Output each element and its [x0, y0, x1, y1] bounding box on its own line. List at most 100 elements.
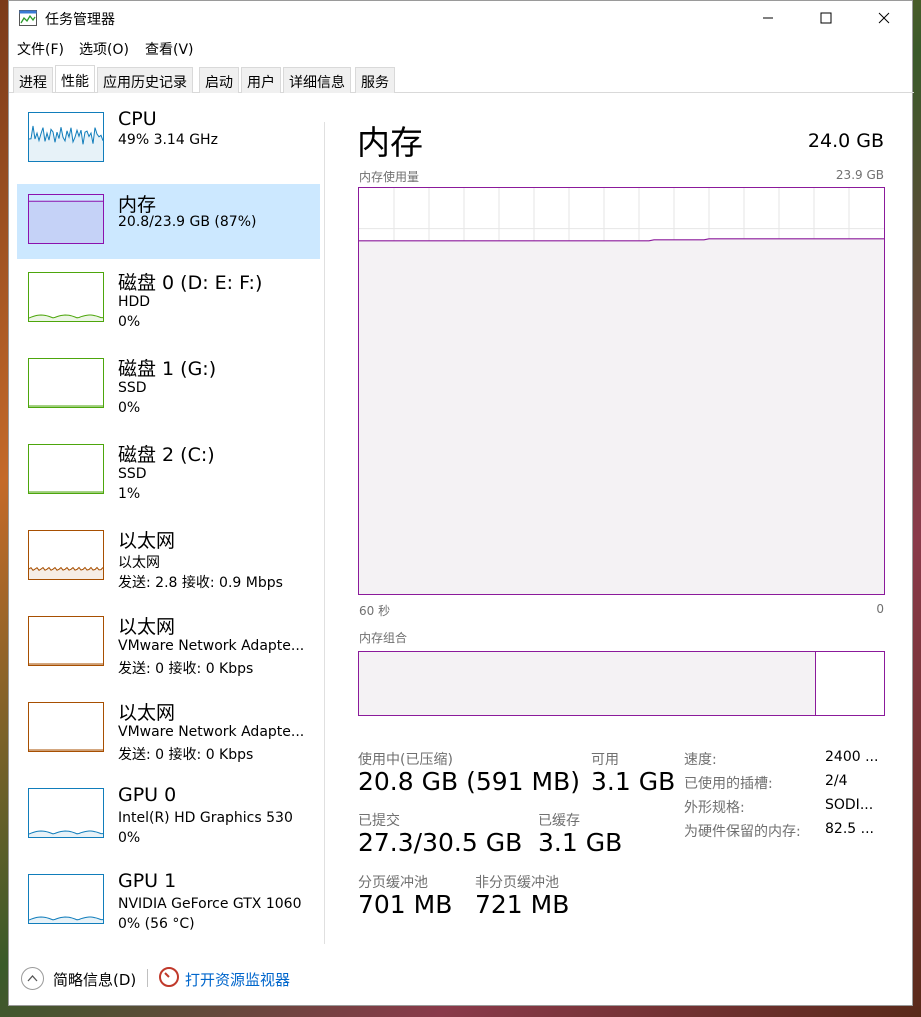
sidebar-thumbnail-graph — [28, 616, 104, 666]
sparkline — [29, 200, 103, 243]
task-manager-icon — [19, 10, 37, 26]
sidebar-thumbnail-graph — [28, 788, 104, 838]
sidebar-thumbnail-graph — [28, 272, 104, 322]
fewer-details-button[interactable] — [21, 967, 44, 990]
maximize-icon — [820, 12, 832, 24]
tab-users[interactable]: 用户 — [241, 67, 281, 93]
sidebar-item-subtitle: 49% 3.14 GHz — [118, 132, 218, 148]
form-factor-value: SODI... — [825, 797, 874, 813]
sparkline-area — [29, 315, 103, 321]
sidebar-item-6[interactable]: 以太网 VMware Network Adapte... 发送: 0 接收: 0 K… — [17, 606, 320, 681]
sidebar-thumbnail-graph — [28, 874, 104, 924]
sidebar-item-value: 发送: 0 接收: 0 Kbps — [118, 661, 254, 677]
sidebar-thumbnail-graph — [28, 194, 104, 244]
sidebar-item-subtitle: SSD — [118, 380, 147, 396]
tab-details[interactable]: 详细信息 — [283, 67, 351, 93]
sidebar-item-value: 0% — [118, 830, 141, 846]
sidebar-item-title: 以太网 — [118, 702, 176, 724]
sidebar-item-2[interactable]: 磁盘 0 (D: E: F:) HDD 0% — [17, 262, 320, 337]
open-resource-monitor-link[interactable]: 打开资源监视器 — [185, 969, 290, 990]
usage-graph-label: 内存使用量 — [359, 170, 420, 184]
sidebar-item-subtitle: Intel(R) HD Graphics 530 — [118, 810, 293, 826]
fewer-details-link[interactable]: 简略信息(D) — [53, 969, 136, 990]
sidebar-item-subtitle: VMware Network Adapte... — [118, 724, 305, 740]
sidebar-item-title: 磁盘 0 (D: E: F:) — [118, 272, 263, 294]
usage-graph-max: 23.9 GB — [835, 168, 884, 182]
maximize-button[interactable] — [797, 1, 855, 35]
sidebar-item-title: 以太网 — [118, 616, 176, 638]
memory-usage-chart — [359, 188, 884, 594]
available-label: 可用 — [591, 752, 619, 768]
sidebar-item-3[interactable]: 磁盘 1 (G:) SSD 0% — [17, 348, 320, 423]
paged-pool-label: 分页缓冲池 — [358, 875, 428, 891]
sidebar-item-value: 0% — [118, 314, 141, 330]
tab-services[interactable]: 服务 — [355, 67, 395, 93]
tab-startup[interactable]: 启动 — [199, 67, 239, 93]
footer-bar: 简略信息(D) 打开资源监视器 — [9, 959, 914, 999]
sidebar-item-4[interactable]: 磁盘 2 (C:) SSD 1% — [17, 434, 320, 509]
close-icon — [878, 12, 890, 24]
available-value: 3.1 GB — [591, 767, 676, 796]
sparkline — [29, 916, 103, 923]
sidebar-item-title: 内存 — [118, 194, 157, 216]
sidebar-thumbnail-graph — [28, 358, 104, 408]
menu-options[interactable]: 选项(O) — [79, 39, 129, 59]
cached-label: 已缓存 — [538, 813, 580, 829]
sparkline — [29, 830, 103, 837]
sparkline — [29, 405, 103, 407]
sparkline-area — [29, 201, 103, 243]
menu-bar: 文件(F) 选项(O) 查看(V) — [9, 35, 912, 61]
tab-performance[interactable]: 性能 — [55, 65, 95, 92]
sidebar-item-value: 0% — [118, 400, 141, 416]
sidebar-item-7[interactable]: 以太网 VMware Network Adapte... 发送: 0 接收: 0 K… — [17, 692, 320, 767]
time-axis-start: 60 秒 — [359, 604, 391, 618]
nonpaged-pool-value: 721 MB — [475, 890, 570, 919]
sidebar-divider — [324, 122, 325, 944]
sidebar-item-subtitle: 以太网 — [118, 555, 160, 571]
sidebar-item-5[interactable]: 以太网 以太网 发送: 2.8 接收: 0.9 Mbps — [17, 520, 320, 595]
sidebar-thumbnail-graph — [28, 444, 104, 494]
sidebar-item-value: 1% — [118, 486, 141, 502]
sparkline-area — [29, 125, 103, 161]
committed-value: 27.3/30.5 GB — [358, 828, 523, 857]
resource-monitor-icon — [159, 967, 179, 987]
time-axis-end: 0 — [876, 602, 884, 616]
speed-value: 2400 ... — [825, 749, 879, 765]
menu-file[interactable]: 文件(F) — [17, 39, 64, 59]
sidebar-item-title: GPU 1 — [118, 870, 177, 892]
task-manager-window: 任务管理器 文件(F) 选项(O) 查看(V) 进程 性能 应用历史记录 启动 … — [8, 0, 914, 1006]
sidebar-item-subtitle: VMware Network Adapte... — [118, 638, 305, 654]
sidebar-item-title: 磁盘 2 (C:) — [118, 444, 215, 466]
paged-pool-value: 701 MB — [358, 890, 453, 919]
form-factor-label: 外形规格: — [684, 800, 745, 816]
hardware-reserved-label: 为硬件保留的内存: — [684, 824, 801, 840]
minimize-button[interactable] — [739, 1, 797, 35]
hardware-reserved-value: 82.5 ... — [825, 821, 874, 837]
menu-view[interactable]: 查看(V) — [145, 39, 194, 59]
tab-strip: 进程 性能 应用历史记录 启动 用户 详细信息 服务 — [9, 65, 914, 93]
sparkline — [29, 749, 103, 751]
close-button[interactable] — [855, 1, 913, 35]
sidebar-item-title: 以太网 — [118, 530, 176, 552]
sidebar-item-value: 0% (56 °C) — [118, 916, 195, 932]
sidebar-item-0[interactable]: CPU 49% 3.14 GHz — [17, 102, 320, 177]
tab-processes[interactable]: 进程 — [13, 67, 53, 93]
sidebar-thumbnail-graph — [28, 530, 104, 580]
minimize-icon — [763, 17, 773, 19]
sidebar-item-1[interactable]: 内存 20.8/23.9 GB (87%) — [17, 184, 320, 259]
composition-label: 内存组合 — [359, 631, 408, 645]
nonpaged-pool-label: 非分页缓冲池 — [475, 875, 559, 891]
sidebar-item-value: 发送: 0 接收: 0 Kbps — [118, 747, 254, 763]
sidebar-item-subtitle: SSD — [118, 466, 147, 482]
performance-pane: CPU 49% 3.14 GHz 内存 20.8/23.9 GB (87%) 磁盘 0 … — [9, 94, 914, 949]
sparkline-area — [29, 917, 103, 923]
in-use-label: 使用中(已压缩) — [358, 752, 453, 768]
sidebar-item-9[interactable]: GPU 1 NVIDIA GeForce GTX 1060 0% (56 °C) — [17, 864, 320, 939]
tab-app-history[interactable]: 应用历史记录 — [97, 67, 193, 93]
memory-composition-bar — [358, 651, 885, 716]
sidebar-item-subtitle: HDD — [118, 294, 151, 310]
sidebar-item-title: GPU 0 — [118, 784, 177, 806]
sparkline — [29, 663, 103, 665]
speed-label: 速度: — [684, 752, 717, 768]
sidebar-item-8[interactable]: GPU 0 Intel(R) HD Graphics 530 0% — [17, 778, 320, 853]
